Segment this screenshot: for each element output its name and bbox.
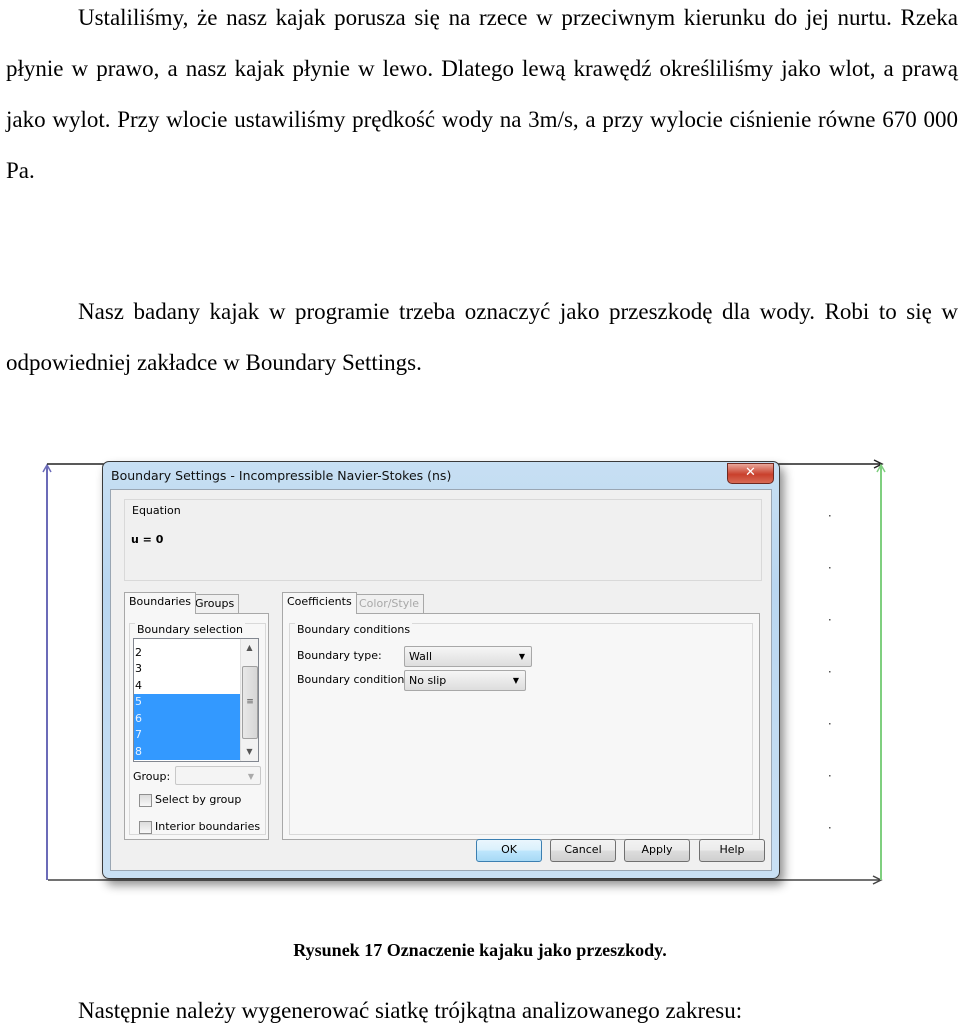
equation-text: u = 0 [131,533,164,546]
chevron-down-icon: ▼ [247,772,254,781]
tab-coefficients[interactable]: Coefficients [282,592,357,614]
boundary-settings-dialog: Boundary Settings - Incompressible Navie… [102,461,780,879]
tab-boundaries[interactable]: Boundaries [124,592,197,614]
boundary-type-select[interactable]: Wall ▼ [404,646,532,667]
boundary-selection-label: Boundary selection [135,623,245,636]
scroll-thumb[interactable]: ≡ [242,666,258,739]
boundary-type-label: Boundary type: [297,649,382,662]
boundary-list[interactable]: 1 2 3 4 5 6 7 8 ▲ ≡ ▼ [133,638,259,762]
select-by-group-checkbox[interactable] [139,794,152,807]
dialog-title: Boundary Settings - Incompressible Navie… [111,468,452,483]
boundary-condition-label: Boundary condition: [297,673,409,686]
scroll-down-icon[interactable]: ▼ [241,744,258,760]
interior-boundaries-label: Interior boundaries [155,820,261,833]
chevron-down-icon: ▼ [518,652,525,661]
scroll-up-icon[interactable]: ▲ [241,640,258,656]
boundary-conditions-group: Boundary conditions Boundary type: Wall … [289,623,753,835]
apply-button[interactable]: Apply [624,839,690,862]
figure-caption: Rysunek 17 Oznaczenie kajaku jako przesz… [293,940,667,960]
boundaries-panel: Boundary selection 1 2 3 4 5 6 7 8 ▲ ≡ [124,613,269,840]
boundary-selection-group: Boundary selection 1 2 3 4 5 6 7 8 ▲ ≡ [129,623,266,835]
boundary-type-value: Wall [409,650,433,663]
list-scrollbar[interactable]: ▲ ≡ ▼ [240,639,258,761]
tab-color-style: Color/Style [354,594,425,614]
help-button[interactable]: Help [699,839,765,862]
dialog-client-area: Equation u = 0 Boundaries Groups Boundar… [110,489,772,871]
interior-boundaries-checkbox[interactable] [139,821,152,834]
equation-group: Equation u = 0 [124,499,762,581]
close-button[interactable]: ✕ [727,463,774,484]
paragraph-next-step: Następnie należy wygenerować siatkę trój… [78,998,743,1023]
boundary-condition-select[interactable]: No slip ▼ [404,670,526,691]
group-select[interactable]: ▼ [175,766,261,785]
chevron-down-icon: ▼ [512,676,519,685]
boundary-condition-value: No slip [409,674,447,687]
boundary-conditions-label: Boundary conditions [295,623,413,636]
equation-label: Equation [130,504,183,517]
ok-button[interactable]: OK [476,839,542,862]
cancel-button[interactable]: Cancel [550,839,616,862]
close-icon: ✕ [745,465,756,480]
group-label: Group: [133,770,171,783]
select-by-group-label: Select by group [155,793,242,806]
mesh-dots [829,515,831,829]
tab-groups[interactable]: Groups [190,594,240,614]
coefficients-panel: Boundary conditions Boundary type: Wall … [282,613,760,840]
